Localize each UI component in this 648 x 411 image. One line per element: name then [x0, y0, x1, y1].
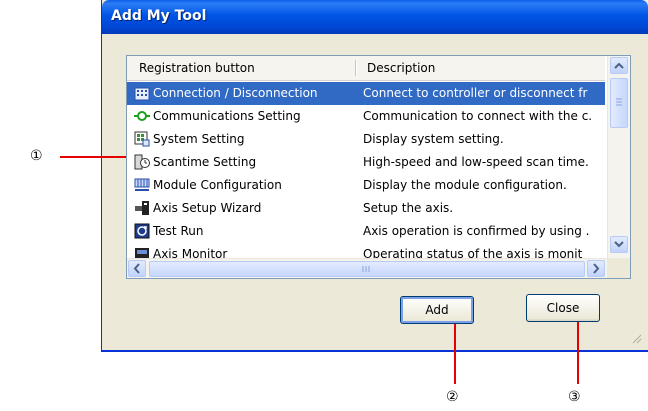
- close-button[interactable]: Close: [526, 294, 600, 322]
- title-bar[interactable]: Add My Tool: [102, 0, 648, 34]
- window-title: Add My Tool: [111, 8, 207, 24]
- item-description: Connect to controller or disconnect fr: [363, 86, 588, 100]
- callout-line-2: [454, 324, 456, 384]
- chevron-left-icon: [133, 263, 140, 274]
- add-my-tool-dialog: Add My Tool Registration button Descript…: [101, 0, 648, 352]
- item-name: Communications Setting: [153, 109, 301, 123]
- item-description: Display the module configuration.: [363, 178, 567, 192]
- column-divider-highlight: [356, 60, 357, 76]
- grip-icon: [362, 266, 370, 272]
- list-item[interactable]: Test Run Axis operation is confirmed by …: [127, 220, 605, 243]
- grip-icon: [616, 98, 622, 106]
- item-description: Setup the axis.: [363, 201, 454, 215]
- tool-list[interactable]: Registration button Description Connecti…: [126, 55, 631, 279]
- column-header-registration-button[interactable]: Registration button: [139, 61, 255, 75]
- horizontal-scrollbar[interactable]: [127, 258, 607, 278]
- module-configuration-icon: [134, 178, 150, 191]
- list-item[interactable]: Axis Setup Wizard Setup the axis.: [127, 197, 605, 220]
- scrollbar-corner: [607, 258, 630, 278]
- list-item[interactable]: System Setting Display system setting.: [127, 128, 605, 151]
- item-name: Test Run: [153, 224, 204, 238]
- axis-setup-icon: [135, 201, 149, 215]
- scroll-right-button[interactable]: [587, 260, 605, 277]
- column-header-description[interactable]: Description: [367, 61, 435, 75]
- item-name: Module Configuration: [153, 178, 282, 192]
- callout-line-1: [60, 156, 126, 158]
- scroll-down-button[interactable]: [610, 236, 628, 253]
- system-setting-icon: [134, 131, 150, 147]
- scroll-up-button[interactable]: [610, 57, 628, 74]
- scantime-icon: [134, 154, 150, 170]
- chevron-down-icon: [614, 241, 624, 248]
- list-item[interactable]: Scantime Setting High-speed and low-spee…: [127, 151, 605, 174]
- callout-number-2: ②: [446, 389, 459, 405]
- item-description: Display system setting.: [363, 132, 504, 146]
- vertical-scroll-thumb[interactable]: [610, 78, 628, 128]
- horizontal-scroll-thumb[interactable]: [149, 261, 585, 277]
- resize-grip-icon[interactable]: [632, 334, 642, 344]
- item-description: Communication to connect with the c.: [363, 109, 593, 123]
- list-header: Registration button Description: [127, 56, 605, 81]
- callout-number-3: ③: [568, 389, 581, 405]
- chevron-right-icon: [593, 263, 600, 274]
- communications-icon: [134, 111, 150, 121]
- vertical-scrollbar[interactable]: [607, 56, 630, 258]
- list-item[interactable]: Module Configuration Display the module …: [127, 174, 605, 197]
- item-name: Connection / Disconnection: [153, 86, 318, 100]
- item-name: System Setting: [153, 132, 245, 146]
- test-run-icon: [134, 223, 150, 239]
- item-description: High-speed and low-speed scan time.: [363, 155, 589, 169]
- scroll-left-button[interactable]: [128, 260, 146, 277]
- list-item[interactable]: Communications Setting Communication to …: [127, 105, 605, 128]
- item-description: Axis operation is confirmed by using .: [363, 224, 590, 238]
- item-name: Axis Setup Wizard: [153, 201, 262, 215]
- add-button[interactable]: Add: [400, 296, 474, 324]
- list-item[interactable]: Connection / Disconnection Connect to co…: [127, 82, 605, 105]
- item-name: Scantime Setting: [153, 155, 257, 169]
- chevron-up-icon: [614, 62, 624, 69]
- callout-number-1: ①: [30, 148, 43, 164]
- callout-line-3: [577, 322, 579, 384]
- connection-icon: [134, 87, 150, 101]
